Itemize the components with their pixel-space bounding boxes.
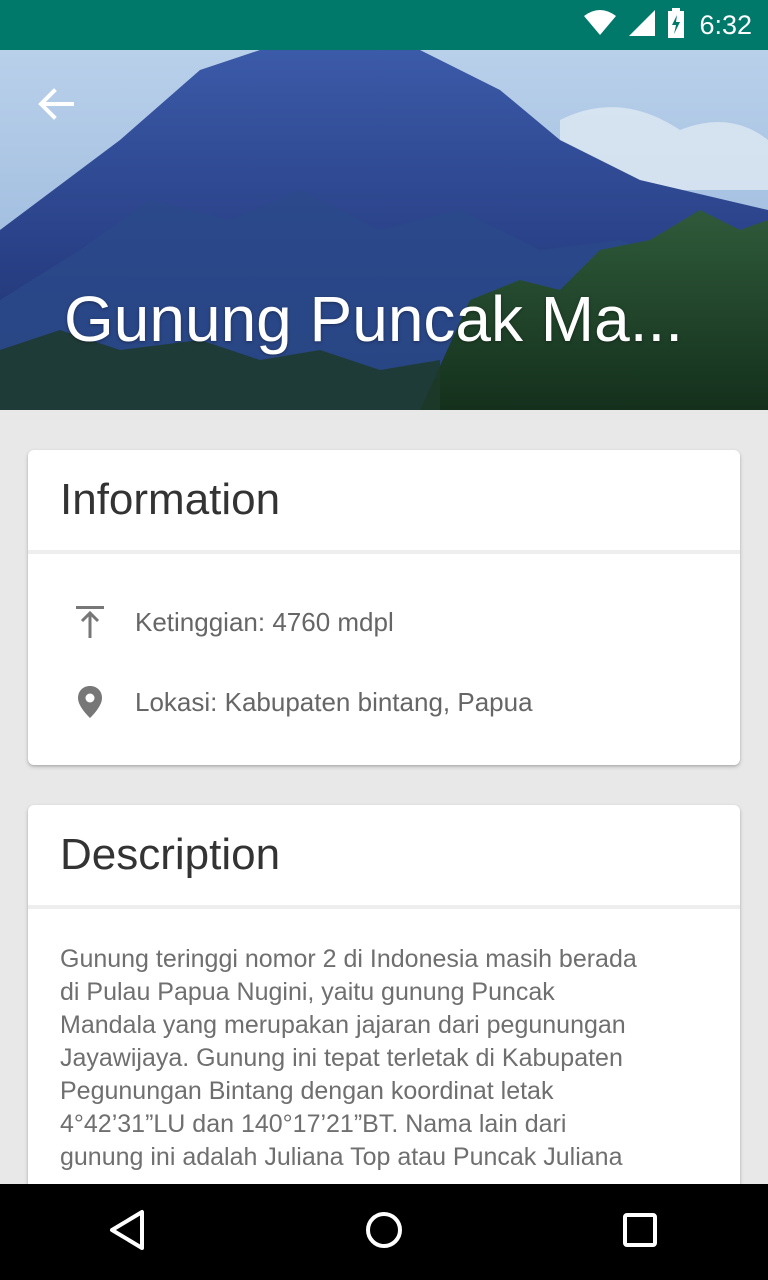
description-line: di Pulau Papua Nugini, yaitu gunung Punc… xyxy=(60,978,555,1006)
home-circle-icon xyxy=(364,1210,404,1254)
information-card: Information Ketinggian: 4760 mdpl Lokasi… xyxy=(28,450,740,765)
description-line: Pegunungan Bintang dengan koordinat leta… xyxy=(60,1077,554,1105)
arrow-back-icon xyxy=(38,88,74,124)
description-title: Description xyxy=(60,830,281,879)
back-triangle-icon xyxy=(108,1209,148,1255)
elevation-text: Ketinggian: 4760 mdpl xyxy=(135,606,394,637)
nav-home-button[interactable] xyxy=(344,1192,424,1272)
information-list: Ketinggian: 4760 mdpl Lokasi: Kabupaten … xyxy=(28,554,740,742)
description-line: Mandala yang merupakan jajaran dari pegu… xyxy=(60,1011,626,1039)
description-line: Jayawijaya. Gunung ini tepat terletak di… xyxy=(60,1044,623,1072)
description-header: Description xyxy=(28,805,740,909)
mountain-image xyxy=(0,50,768,410)
information-title: Information xyxy=(60,475,281,524)
description-card: Description Gunung teringgi nomor 2 di I… xyxy=(28,805,740,1225)
location-pin-icon xyxy=(72,684,108,720)
list-item-location: Lokasi: Kabupaten bintang, Papua xyxy=(28,662,740,742)
description-line: 4°42’31”LU dan 140°17’21”BT. Nama lain d… xyxy=(60,1110,567,1138)
hero-header: Gunung Puncak Ma... xyxy=(0,50,768,410)
description-line: Gunung teringgi nomor 2 di Indonesia mas… xyxy=(60,945,637,973)
description-text: Gunung teringgi nomor 2 di Indonesia mas… xyxy=(28,909,740,1174)
description-line: gunung ini adalah Juliana Top atau Punca… xyxy=(60,1143,623,1171)
page-title: Gunung Puncak Ma... xyxy=(64,283,684,355)
back-button[interactable] xyxy=(30,86,82,126)
nav-recents-button[interactable] xyxy=(600,1192,680,1272)
list-item-elevation: Ketinggian: 4760 mdpl xyxy=(28,582,740,662)
information-header: Information xyxy=(28,450,740,554)
nav-back-button[interactable] xyxy=(88,1192,168,1272)
elevation-icon xyxy=(72,604,108,640)
cell-signal-icon xyxy=(627,9,657,41)
status-icons: 6:32 xyxy=(583,8,768,42)
battery-charging-icon xyxy=(667,8,685,42)
navigation-bar xyxy=(0,1184,768,1280)
recents-square-icon xyxy=(622,1212,658,1252)
status-bar: 6:32 xyxy=(0,0,768,50)
status-time: 6:32 xyxy=(699,9,752,40)
location-text: Lokasi: Kabupaten bintang, Papua xyxy=(135,686,533,717)
wifi-icon xyxy=(583,9,617,41)
